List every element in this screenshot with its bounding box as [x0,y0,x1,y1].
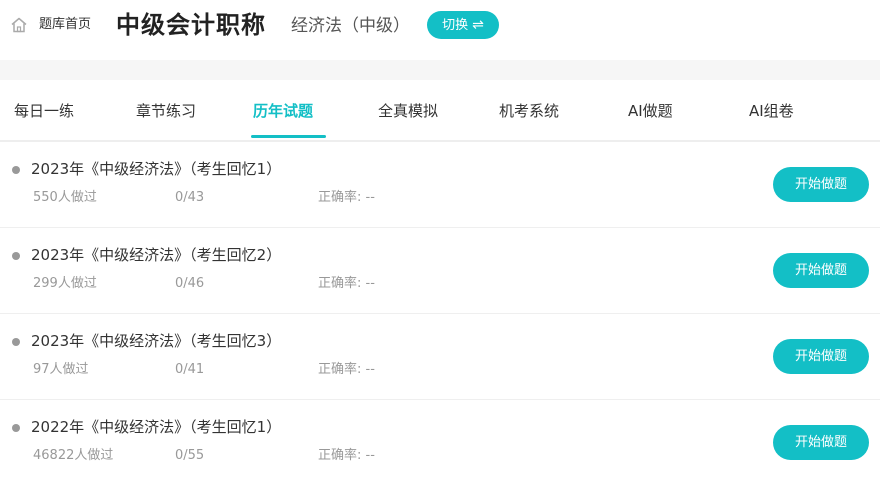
bullet-icon [12,252,20,260]
header-divider-band [0,60,880,80]
swap-arrows-icon: ⇌ [472,17,484,33]
page-title: 中级会计职称 [116,11,266,39]
done-count: 550人做过 [33,190,97,205]
tab-ai-paper[interactable]: AI组卷 [749,100,794,122]
tab-bar: 每日一练 章节练习 历年试题 全真模拟 机考系统 AI做题 AI组卷 [0,80,880,142]
progress-count: 0/43 [175,190,205,205]
tab-daily-practice[interactable]: 每日一练 [14,100,74,122]
bullet-icon [12,338,20,346]
paper-title: 2022年《中级经济法》（考生回忆1） [31,418,282,436]
tab-mock-exam[interactable]: 全真模拟 [378,100,438,122]
subject-name: 经济法（中级） [291,16,410,36]
done-count: 299人做过 [33,276,97,291]
start-button[interactable]: 开始做题 [773,253,869,288]
header: 题库首页 中级会计职称 经济法（中级） 切换 ⇌ [0,0,880,60]
paper-title: 2023年《中级经济法》（考生回忆1） [31,160,282,178]
home-link[interactable]: 题库首页 [39,16,91,34]
done-count: 97人做过 [33,362,89,377]
accuracy-text: 正确率: -- [318,190,375,205]
tab-past-exams[interactable]: 历年试题 [253,100,313,122]
start-button[interactable]: 开始做题 [773,167,869,202]
accuracy-text: 正确率: -- [318,362,375,377]
list-item: 2023年《中级经济法》（考生回忆3） 97人做过 0/41 正确率: -- 开… [0,313,880,400]
accuracy-text: 正确率: -- [318,276,375,291]
bullet-icon [12,166,20,174]
home-icon[interactable] [10,16,28,34]
done-count: 46822人做过 [33,448,114,463]
switch-label: 切换 [442,18,469,33]
tab-ai-practice[interactable]: AI做题 [628,100,673,122]
tab-chapter-practice[interactable]: 章节练习 [136,100,196,122]
switch-subject-button[interactable]: 切换 ⇌ [427,11,499,39]
bullet-icon [12,424,20,432]
active-tab-indicator [251,135,326,138]
progress-count: 0/41 [175,362,205,377]
list-item: 2023年《中级经济法》（考生回忆1） 550人做过 0/43 正确率: -- … [0,141,880,228]
progress-count: 0/46 [175,276,205,291]
accuracy-text: 正确率: -- [318,448,375,463]
paper-title: 2023年《中级经济法》（考生回忆3） [31,332,282,350]
start-button[interactable]: 开始做题 [773,339,869,374]
paper-title: 2023年《中级经济法》（考生回忆2） [31,246,282,264]
tab-computer-exam[interactable]: 机考系统 [499,100,559,122]
list-item: 2022年《中级经济法》（考生回忆1） 46822人做过 0/55 正确率: -… [0,399,880,485]
start-button[interactable]: 开始做题 [773,425,869,460]
list-item: 2023年《中级经济法》（考生回忆2） 299人做过 0/46 正确率: -- … [0,227,880,314]
progress-count: 0/55 [175,448,205,463]
